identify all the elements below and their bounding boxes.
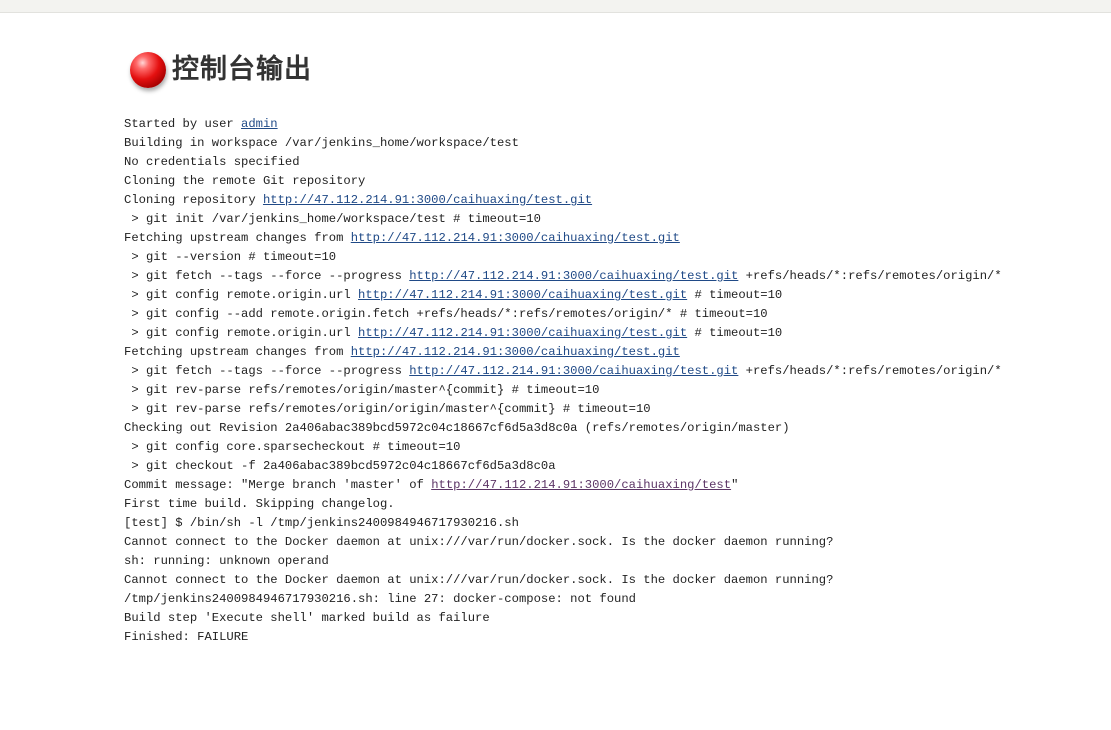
console-text: Cloning the remote Git repository <box>124 174 366 188</box>
user-link-admin[interactable]: admin <box>241 117 278 131</box>
console-text: > git config remote.origin.url <box>124 288 359 302</box>
console-line: > git fetch --tags --force --progress ht… <box>124 362 1084 381</box>
console-text: Checking out Revision 2a406abac389bcd597… <box>124 421 790 435</box>
console-text: > git config core.sparsecheckout # timeo… <box>124 440 461 454</box>
console-text: Cannot connect to the Docker daemon at u… <box>124 535 834 549</box>
console-line: sh: running: unknown operand <box>124 552 1084 571</box>
console-text: > git init /var/jenkins_home/workspace/t… <box>124 212 541 226</box>
console-text: > git fetch --tags --force --progress <box>124 364 410 378</box>
page-header: 控制台输出 <box>130 50 312 90</box>
repo-url-link[interactable]: http://47.112.214.91:3000/caihuaxing/tes… <box>409 269 738 283</box>
console-text: " <box>731 478 739 492</box>
repo-url-link[interactable]: http://47.112.214.91:3000/caihuaxing/tes… <box>351 231 680 245</box>
console-text: > git config remote.origin.url <box>124 326 359 340</box>
console-text: > git rev-parse refs/remotes/origin/mast… <box>124 383 600 397</box>
console-line: Checking out Revision 2a406abac389bcd597… <box>124 419 1084 438</box>
console-line: Building in workspace /var/jenkins_home/… <box>124 134 1084 153</box>
page-title: 控制台输出 <box>172 54 312 85</box>
console-line: > git fetch --tags --force --progress ht… <box>124 267 1084 286</box>
repo-url-link[interactable]: http://47.112.214.91:3000/caihuaxing/tes… <box>409 364 738 378</box>
console-line: > git checkout -f 2a406abac389bcd5972c04… <box>124 457 1084 476</box>
console-line: Finished: FAILURE <box>124 628 1084 647</box>
console-text: +refs/heads/*:refs/remotes/origin/* <box>738 269 1002 283</box>
console-text: Started by user <box>124 117 242 131</box>
console-line: Cannot connect to the Docker daemon at u… <box>124 533 1084 552</box>
repo-url-link[interactable]: http://47.112.214.91:3000/caihuaxing/tes… <box>358 326 687 340</box>
console-line: No credentials specified <box>124 153 1084 172</box>
console-text: sh: running: unknown operand <box>124 554 329 568</box>
repo-url-link[interactable]: http://47.112.214.91:3000/caihuaxing/tes… <box>358 288 687 302</box>
console-text: # timeout=10 <box>687 326 783 340</box>
console-text: > git rev-parse refs/remotes/origin/orig… <box>124 402 651 416</box>
console-line: [test] $ /bin/sh -l /tmp/jenkins24009849… <box>124 514 1084 533</box>
console-text: [test] $ /bin/sh -l /tmp/jenkins24009849… <box>124 516 519 530</box>
console-text: Build step 'Execute shell' marked build … <box>124 611 490 625</box>
repo-url-link[interactable]: http://47.112.214.91:3000/caihuaxing/tes… <box>431 478 731 492</box>
console-text: +refs/heads/*:refs/remotes/origin/* <box>738 364 1002 378</box>
console-text: Fetching upstream changes from <box>124 231 351 245</box>
repo-url-link[interactable]: http://47.112.214.91:3000/caihuaxing/tes… <box>351 345 680 359</box>
repo-url-link[interactable]: http://47.112.214.91:3000/caihuaxing/tes… <box>263 193 592 207</box>
console-text: > git fetch --tags --force --progress <box>124 269 410 283</box>
console-line: > git rev-parse refs/remotes/origin/mast… <box>124 381 1084 400</box>
console-line: > git --version # timeout=10 <box>124 248 1084 267</box>
console-text: Finished: FAILURE <box>124 630 249 644</box>
console-line: Fetching upstream changes from http://47… <box>124 343 1084 362</box>
console-line: Build step 'Execute shell' marked build … <box>124 609 1084 628</box>
console-line: Fetching upstream changes from http://47… <box>124 229 1084 248</box>
red-ball-icon <box>130 52 166 88</box>
console-line: > git config remote.origin.url http://47… <box>124 286 1084 305</box>
console-line: > git config core.sparsecheckout # timeo… <box>124 438 1084 457</box>
console-text: > git checkout -f 2a406abac389bcd5972c04… <box>124 459 556 473</box>
console-text: Cloning repository <box>124 193 263 207</box>
console-line: Cannot connect to the Docker daemon at u… <box>124 571 1084 590</box>
console-text: No credentials specified <box>124 155 300 169</box>
console-output: Started by user admin Building in workspa… <box>124 115 1084 647</box>
console-text: # timeout=10 <box>687 288 783 302</box>
console-text: /tmp/jenkins2400984946717930216.sh: line… <box>124 592 636 606</box>
console-line: Commit message: "Merge branch 'master' o… <box>124 476 1084 495</box>
console-line: > git rev-parse refs/remotes/origin/orig… <box>124 400 1084 419</box>
console-line: Started by user admin <box>124 115 1084 134</box>
console-text: > git config --add remote.origin.fetch +… <box>124 307 768 321</box>
console-line: First time build. Skipping changelog. <box>124 495 1084 514</box>
console-text: Fetching upstream changes from <box>124 345 351 359</box>
console-text: Commit message: "Merge branch 'master' o… <box>124 478 432 492</box>
console-line: > git config remote.origin.url http://47… <box>124 324 1084 343</box>
console-line: Cloning the remote Git repository <box>124 172 1084 191</box>
top-toolbar-strip <box>0 0 1111 13</box>
console-text: First time build. Skipping changelog. <box>124 497 395 511</box>
console-line: Cloning repository http://47.112.214.91:… <box>124 191 1084 210</box>
console-line: > git init /var/jenkins_home/workspace/t… <box>124 210 1084 229</box>
console-text: Building in workspace /var/jenkins_home/… <box>124 136 519 150</box>
console-line: /tmp/jenkins2400984946717930216.sh: line… <box>124 590 1084 609</box>
console-line: > git config --add remote.origin.fetch +… <box>124 305 1084 324</box>
console-text: Cannot connect to the Docker daemon at u… <box>124 573 834 587</box>
console-text: > git --version # timeout=10 <box>124 250 337 264</box>
